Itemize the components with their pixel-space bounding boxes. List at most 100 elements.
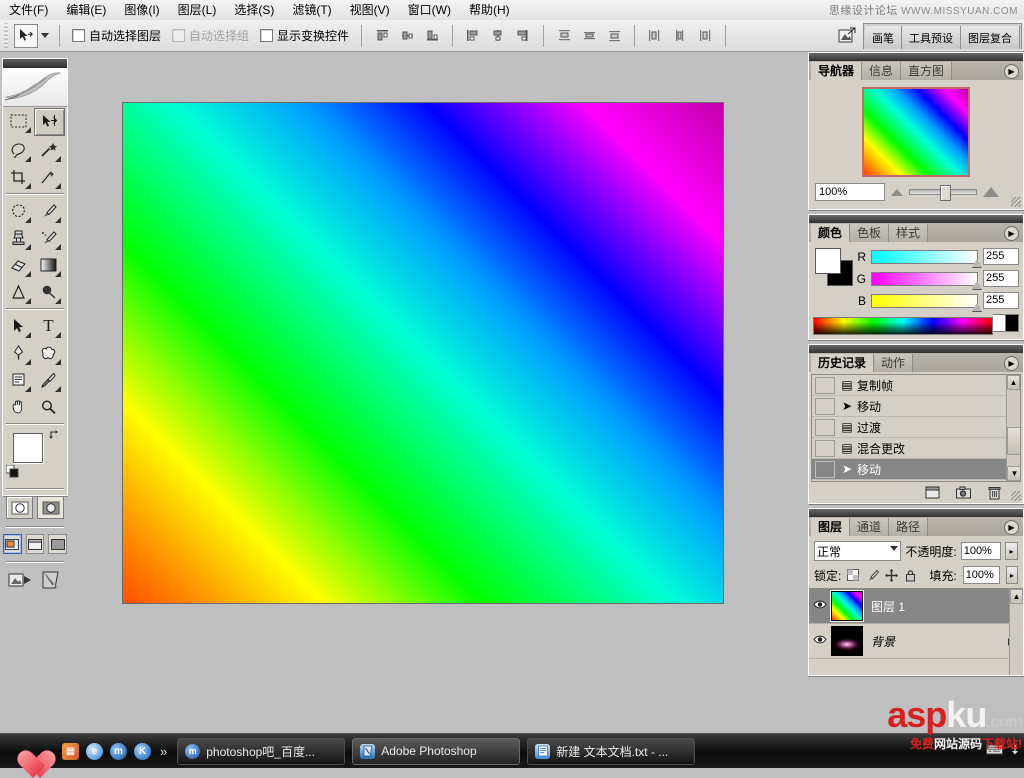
distribute-left-edges-icon[interactable]	[643, 24, 666, 47]
menu-item-file[interactable]: 文件(F)	[0, 1, 57, 19]
navigator-zoom-thumb[interactable]	[940, 185, 951, 201]
blur-tool[interactable]	[4, 279, 33, 305]
tool-preset-picker[interactable]	[10, 24, 53, 48]
brush-tool[interactable]	[34, 198, 63, 224]
options-bar-grip[interactable]	[2, 23, 10, 48]
document-window[interactable]	[123, 103, 723, 603]
default-colors-icon[interactable]	[6, 465, 19, 478]
blend-mode-select[interactable]: 正常	[814, 541, 901, 561]
align-top-edges-icon[interactable]	[371, 24, 394, 47]
history-item[interactable]: ➤ 移动	[812, 396, 1020, 417]
layer-thumbnail[interactable]	[831, 591, 863, 621]
imageready-icon[interactable]	[40, 570, 62, 593]
tool-preset-caret-icon[interactable]	[41, 33, 49, 38]
standard-mode-button[interactable]	[6, 496, 33, 519]
create-document-from-state-button[interactable]	[924, 485, 941, 500]
full-screen-mode[interactable]	[48, 534, 67, 554]
channel-slider-thumb[interactable]	[972, 303, 982, 311]
tab-channels[interactable]: 通道	[850, 518, 889, 536]
start-button[interactable]	[0, 734, 56, 768]
history-item[interactable]: ▤ 混合更改	[812, 438, 1020, 459]
spectrum-black-swatch[interactable]	[1006, 314, 1019, 332]
navigator-zoom-value[interactable]: 100%	[815, 183, 885, 201]
ime-arrow-icon[interactable]	[1010, 744, 1020, 759]
distribute-vertical-centers-icon[interactable]	[578, 24, 601, 47]
opacity-stepper-icon[interactable]: ▸	[1005, 542, 1018, 560]
slice-tool[interactable]	[34, 164, 63, 190]
align-horizontal-centers-icon[interactable]	[486, 24, 509, 47]
zoom-tool[interactable]	[34, 394, 63, 420]
checkbox-auto-select-layer[interactable]: 自动选择图层	[72, 27, 161, 44]
foreground-color-swatch[interactable]	[13, 433, 43, 463]
channel-slider-thumb[interactable]	[972, 259, 982, 267]
navigator-zoom-slider[interactable]	[909, 189, 977, 195]
zoom-in-icon[interactable]	[983, 187, 999, 197]
menu-item-image[interactable]: 图像(I)	[115, 1, 168, 19]
delete-state-button[interactable]	[986, 485, 1003, 500]
swap-colors-icon[interactable]	[49, 429, 61, 444]
tab-swatches[interactable]: 色板	[850, 224, 889, 242]
checkbox-show-transform-controls[interactable]: 显示变换控件	[260, 27, 349, 44]
navigator-thumbnail[interactable]	[862, 87, 970, 177]
palette-resize-grip[interactable]	[1011, 197, 1021, 207]
toolbox-titlebar[interactable]	[3, 59, 67, 68]
crop-tool[interactable]	[4, 164, 33, 190]
notes-tool[interactable]	[4, 367, 33, 393]
keyboard-layout-icon[interactable]	[986, 744, 1003, 759]
history-snapshot-checkbox[interactable]	[815, 461, 835, 478]
fill-input[interactable]: 100%	[963, 566, 1000, 584]
menu-item-edit[interactable]: 编辑(E)	[57, 1, 115, 19]
scroll-up-arrow-icon[interactable]: ▲	[1010, 589, 1023, 604]
chevron-down-icon[interactable]	[890, 546, 898, 551]
opacity-input[interactable]: 100%	[961, 542, 1001, 560]
history-snapshot-checkbox[interactable]	[815, 440, 835, 457]
tab-paths[interactable]: 路径	[889, 518, 928, 536]
quicklaunch-kugou-icon[interactable]: K	[134, 743, 151, 760]
tab-color[interactable]: 颜色	[811, 224, 850, 242]
quicklaunch-ie-icon[interactable]: e	[86, 743, 103, 760]
image-canvas[interactable]	[123, 103, 723, 603]
align-left-edges-icon[interactable]	[461, 24, 484, 47]
channel-slider-thumb[interactable]	[972, 281, 982, 289]
layer-thumbnail[interactable]	[831, 626, 863, 656]
lasso-tool[interactable]	[4, 137, 33, 163]
hand-tool[interactable]	[4, 394, 33, 420]
menu-item-filter[interactable]: 滤镜(T)	[283, 1, 340, 19]
menu-item-select[interactable]: 选择(S)	[225, 1, 283, 19]
palette-menu-icon[interactable]: ▶	[1004, 64, 1019, 79]
custom-shape-tool[interactable]	[34, 340, 63, 366]
taskbar-button-notepad[interactable]: 新建 文本文档.txt - ...	[527, 738, 695, 765]
document-workspace[interactable]	[68, 52, 808, 736]
quicklaunch-desktop-icon[interactable]: ▦	[62, 743, 79, 760]
clone-stamp-tool[interactable]	[4, 225, 33, 251]
taskbar-button-browser[interactable]: m photoshop吧_百度...	[177, 738, 345, 765]
layers-palette-grip[interactable]	[809, 509, 1023, 517]
quick-mask-mode-button[interactable]	[37, 496, 64, 519]
dodge-tool[interactable]	[34, 279, 63, 305]
navigator-palette-grip[interactable]	[809, 53, 1023, 61]
create-new-snapshot-button[interactable]	[955, 485, 972, 500]
history-item[interactable]: ▤ 复制帧	[812, 375, 1020, 396]
rectangular-marquee-tool[interactable]	[4, 108, 33, 134]
tab-histogram[interactable]: 直方图	[901, 62, 952, 80]
align-bottom-edges-icon[interactable]	[421, 24, 444, 47]
gradient-tool[interactable]	[34, 252, 63, 278]
layer-row[interactable]: 背景	[809, 624, 1023, 659]
layer-name[interactable]: 图层 1	[863, 598, 1023, 615]
color-palette-grip[interactable]	[809, 215, 1023, 223]
type-tool[interactable]: T	[34, 313, 63, 339]
lock-position-icon[interactable]	[885, 568, 898, 582]
layer-name[interactable]: 背景	[863, 633, 1001, 650]
align-right-edges-icon[interactable]	[511, 24, 534, 47]
eyedropper-tool[interactable]	[34, 367, 63, 393]
lock-transparent-pixels-icon[interactable]	[847, 568, 860, 582]
layer-row-selected[interactable]: 图层 1	[809, 589, 1023, 624]
palette-well-tab-brushes[interactable]: 画笔	[865, 26, 902, 49]
distribute-right-edges-icon[interactable]	[693, 24, 716, 47]
palette-menu-icon[interactable]: ▶	[1004, 356, 1019, 371]
distribute-horizontal-centers-icon[interactable]	[668, 24, 691, 47]
history-list[interactable]: ▤ 复制帧 ➤ 移动 ▤ 过渡 ▤	[811, 374, 1021, 482]
lock-all-icon[interactable]	[904, 568, 917, 582]
quicklaunch-maxthon-icon[interactable]: m	[110, 743, 127, 760]
healing-brush-tool[interactable]	[4, 198, 33, 224]
